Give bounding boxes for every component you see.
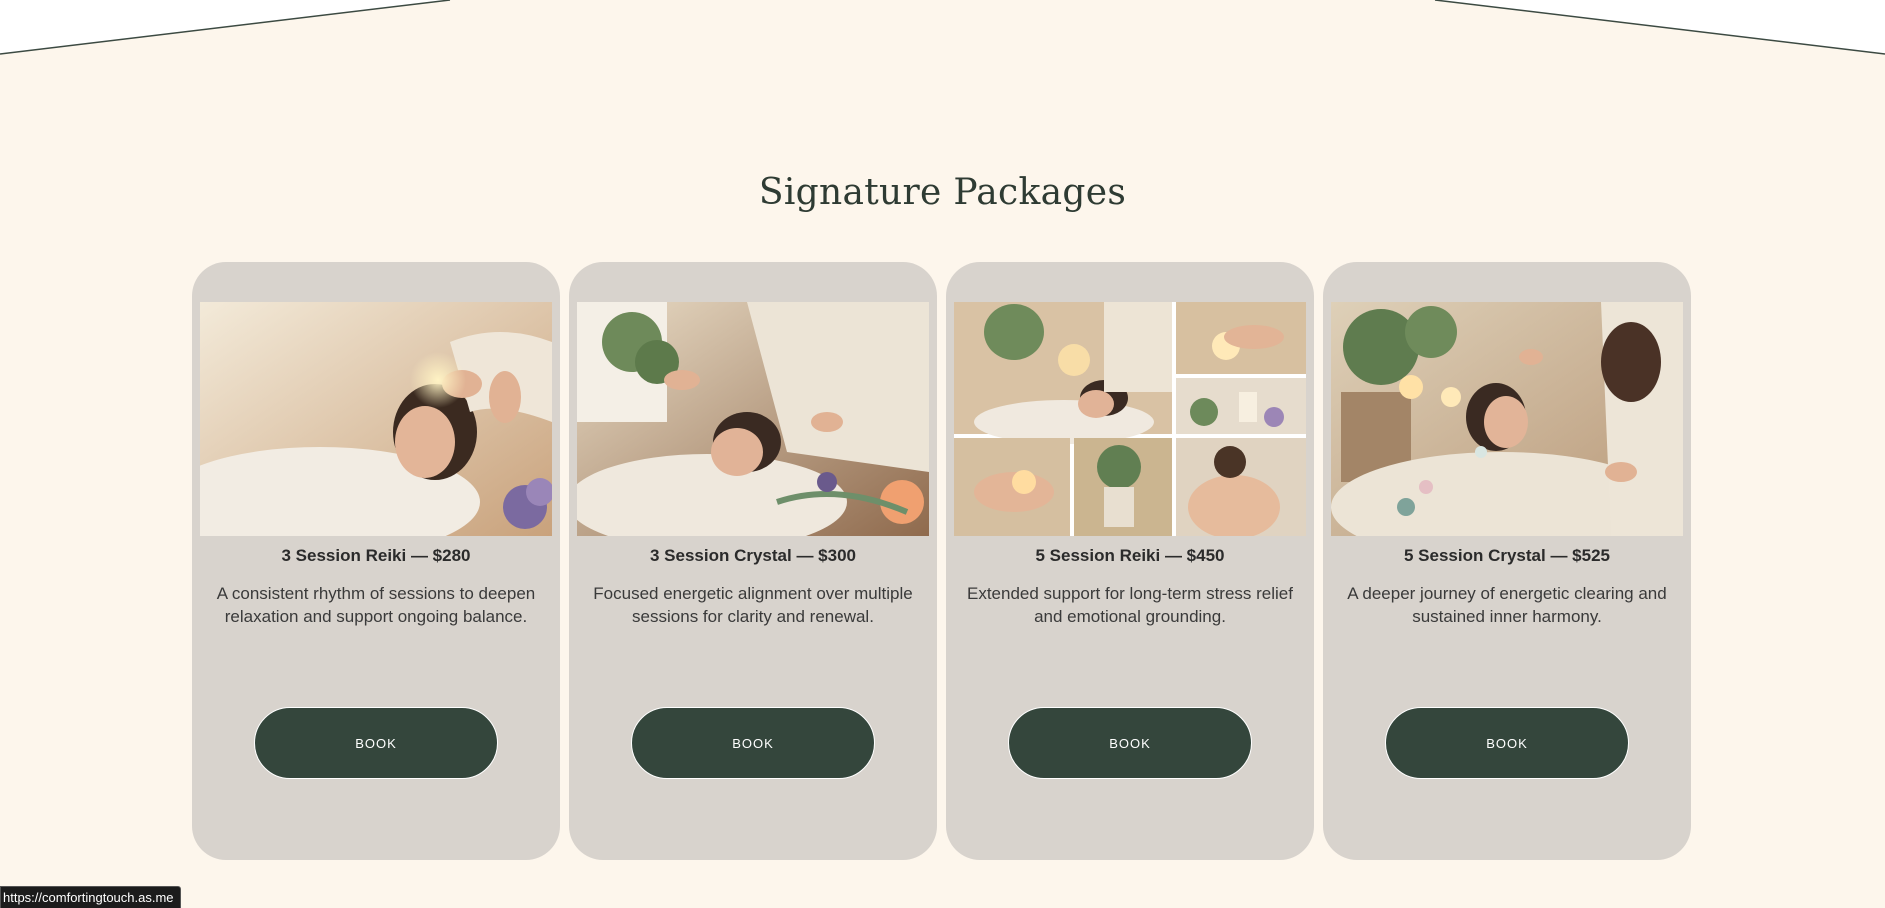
- package-title: 5 Session Reiki — $450: [1035, 546, 1225, 565]
- package-image-reiki: [200, 302, 552, 536]
- package-card-3-session-crystal: 3 Session Crystal — $300 Focused energet…: [569, 262, 937, 860]
- link-status-bar: https://comfortingtouch.as.me: [0, 886, 181, 908]
- package-title: 5 Session Crystal — $525: [1403, 546, 1610, 565]
- package-card-3-session-reiki: 3 Session Reiki — $280 A consistent rhyt…: [192, 262, 560, 860]
- book-button[interactable]: BOOK: [1008, 707, 1252, 779]
- package-image-collage: [954, 302, 1306, 536]
- section-title: Signature Packages: [758, 172, 1127, 213]
- package-card-5-session-reiki: 5 Session Reiki — $450 Extended support …: [946, 262, 1314, 860]
- package-description: Extended support for long-term stress re…: [967, 584, 1293, 626]
- book-button[interactable]: BOOK: [254, 707, 498, 779]
- package-image-crystal-session: [1331, 302, 1683, 536]
- book-button[interactable]: BOOK: [631, 707, 875, 779]
- package-image-crystal: [577, 302, 929, 536]
- package-card-5-session-crystal: 5 Session Crystal — $525 A deeper journe…: [1323, 262, 1691, 860]
- top-roof-divider: [0, 0, 1885, 55]
- book-button[interactable]: BOOK: [1385, 707, 1629, 779]
- packages-grid: 3 Session Reiki — $280 A consistent rhyt…: [192, 262, 1691, 860]
- package-title: 3 Session Crystal — $300: [649, 546, 856, 565]
- package-description: A consistent rhythm of sessions to deepe…: [216, 584, 536, 626]
- package-title: 3 Session Reiki — $280: [281, 546, 471, 565]
- package-description: Focused energetic alignment over multipl…: [593, 584, 913, 626]
- package-description: A deeper journey of energetic clearing a…: [1347, 584, 1667, 626]
